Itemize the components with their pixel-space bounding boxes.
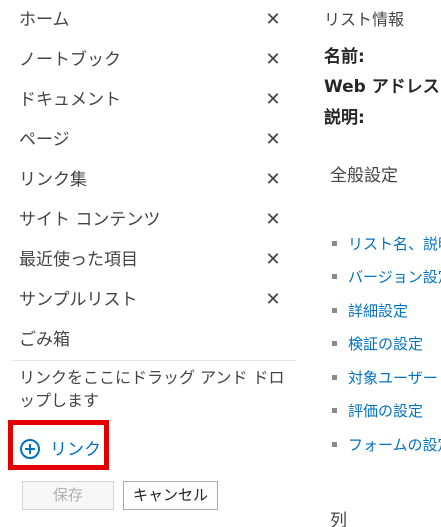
settings-link-label[interactable]: フォームの設定 — [348, 434, 441, 456]
web-address-label: Web アドレス: — [324, 77, 441, 97]
nav-item-label[interactable]: サイト コンテンツ — [19, 200, 160, 240]
save-button[interactable]: 保存 — [22, 481, 114, 510]
bullet-icon — [332, 375, 337, 380]
add-link-label[interactable]: リンク — [50, 437, 101, 463]
remove-icon[interactable]: ✕ — [264, 280, 282, 320]
remove-icon[interactable]: ✕ — [264, 120, 282, 160]
description-label: 説明: — [324, 108, 365, 128]
nav-item-recycle-bin[interactable]: ごみ箱 — [19, 320, 294, 360]
nav-item-home[interactable]: ホーム ✕ — [19, 0, 294, 40]
nav-item-recent[interactable]: 最近使った項目 ✕ — [19, 240, 294, 280]
remove-icon[interactable]: ✕ — [264, 80, 282, 120]
nav-item-label[interactable]: ドキュメント — [19, 80, 121, 120]
remove-icon[interactable]: ✕ — [264, 160, 282, 200]
list-info-title: リスト情報 — [324, 10, 405, 29]
bullet-icon — [332, 241, 337, 246]
bullet-icon — [332, 442, 337, 447]
nav-item-sample-list[interactable]: サンプルリスト ✕ — [19, 280, 294, 320]
bullet-icon — [332, 308, 337, 313]
settings-link-label[interactable]: バージョン設定 — [348, 266, 441, 288]
bullet-icon — [332, 341, 337, 346]
remove-icon[interactable]: ✕ — [264, 0, 282, 40]
nav-item-label[interactable]: リンク集 — [19, 160, 87, 200]
bullet-icon — [332, 408, 337, 413]
settings-link-label[interactable]: 評価の設定 — [348, 400, 423, 422]
general-settings-title: 全般設定 — [330, 166, 398, 186]
columns-title: 列 — [330, 511, 347, 527]
settings-link-label[interactable]: 対象ユーザー — [348, 367, 438, 389]
quick-launch-nav: ホーム ✕ ノートブック ✕ ドキュメント ✕ ページ ✕ リンク集 ✕ サイト… — [0, 0, 300, 527]
settings-link-label[interactable]: 詳細設定 — [348, 300, 408, 322]
list-settings-panel: リスト情報 名前: Web アドレス: 説明: 全般設定 リスト名、説明 バージ… — [300, 0, 441, 527]
nav-item-pages[interactable]: ページ ✕ — [19, 120, 294, 160]
nav-item-label[interactable]: ページ — [19, 120, 70, 160]
drag-drop-hint: リンクをここにドラッグ アンド ドロップします — [19, 368, 285, 410]
nav-item-documents[interactable]: ドキュメント ✕ — [19, 80, 294, 120]
settings-link-label[interactable]: 検証の設定 — [348, 333, 423, 355]
nav-item-links[interactable]: リンク集 ✕ — [19, 160, 294, 200]
nav-divider — [11, 360, 296, 361]
nav-item-label[interactable]: ごみ箱 — [19, 320, 70, 360]
nav-item-notebook[interactable]: ノートブック ✕ — [19, 40, 294, 80]
remove-icon[interactable]: ✕ — [264, 240, 282, 280]
bullet-icon — [332, 274, 337, 279]
nav-item-label[interactable]: 最近使った項目 — [19, 240, 138, 280]
settings-link-label[interactable]: リスト名、説明 — [348, 233, 441, 255]
name-label: 名前: — [324, 47, 365, 67]
nav-item-label[interactable]: ホーム — [19, 0, 70, 40]
nav-item-label[interactable]: ノートブック — [19, 40, 121, 80]
nav-item-label[interactable]: サンプルリスト — [19, 280, 138, 320]
plus-circle-icon[interactable] — [20, 439, 40, 459]
remove-icon[interactable]: ✕ — [264, 200, 282, 240]
nav-item-site-contents[interactable]: サイト コンテンツ ✕ — [19, 200, 294, 240]
cancel-button[interactable]: キャンセル — [123, 481, 218, 510]
remove-icon[interactable]: ✕ — [264, 40, 282, 80]
